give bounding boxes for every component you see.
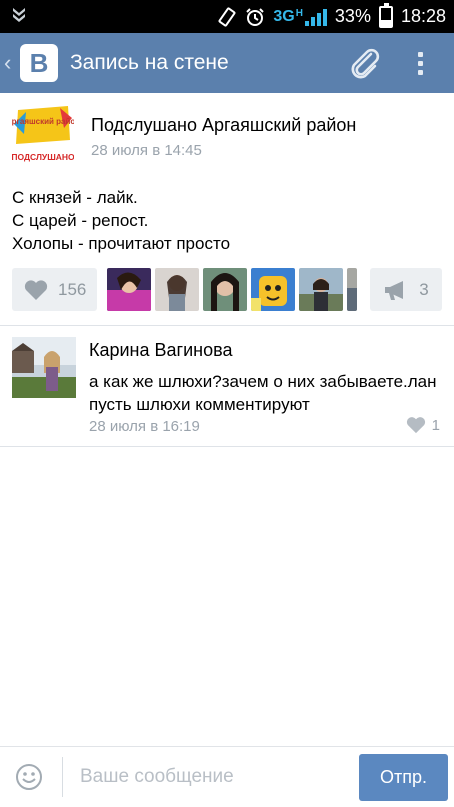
overflow-menu-icon[interactable] <box>408 41 432 85</box>
network-subtype: H <box>295 7 303 19</box>
group-avatar[interactable]: Аргаяшский район ПОДСЛУШАНО <box>6 104 80 166</box>
like-count: 156 <box>58 279 87 299</box>
repost-count: 3 <box>419 279 429 299</box>
comment-date: 28 июля в 16:19 <box>89 418 200 435</box>
post-text-line: С царей - репост. <box>12 211 149 230</box>
commenter-avatar[interactable] <box>12 337 76 398</box>
avatar-caption-bottom: ПОДСЛУШАНО <box>12 152 74 162</box>
liker-avatar[interactable] <box>107 268 151 311</box>
liker-avatar[interactable] <box>155 268 199 311</box>
alarm-icon <box>245 7 265 27</box>
comment-like-button[interactable]: 1 <box>406 416 440 434</box>
heart-icon <box>406 417 425 434</box>
post-text-line: Холопы - прочитают просто <box>12 234 231 253</box>
avatar-caption-top: Аргаяшский район <box>12 117 74 126</box>
battery-percent: 33% <box>334 6 371 26</box>
paperclip-icon <box>351 48 380 79</box>
group-name[interactable]: Подслушано Аргаяшский район <box>91 115 356 136</box>
liker-avatar[interactable] <box>299 268 343 311</box>
message-composer: Отпр. <box>0 746 454 807</box>
send-button[interactable]: Отпр. <box>359 754 448 801</box>
smiley-icon <box>16 764 42 790</box>
liker-avatar[interactable] <box>347 268 357 311</box>
comment-text-line: а как же шлюхи?зачем о них забываете.лан <box>89 372 437 391</box>
message-input[interactable] <box>70 757 350 797</box>
post-text-line: С князей - лайк. <box>12 188 138 207</box>
status-bar: 3G H 33% 18:28 <box>0 0 454 33</box>
emoji-button[interactable] <box>15 763 43 791</box>
post-date: 28 июля в 14:45 <box>91 142 202 159</box>
wall-post: Аргаяшский район ПОДСЛУШАНО Подслушано А… <box>0 93 454 326</box>
status-time: 18:28 <box>400 6 446 26</box>
back-chevron-icon[interactable]: ‹ <box>4 50 18 76</box>
app-header: ‹ B Запись на стене <box>0 33 454 93</box>
liker-avatars <box>107 268 357 311</box>
notification-icon <box>12 6 26 27</box>
screen-rotate-icon <box>217 7 237 27</box>
composer-divider <box>62 757 63 797</box>
comment: Карина Вагинова а как же шлюхи?зачем о н… <box>0 326 454 447</box>
comment-text: а как же шлюхи?зачем о них забываете.лан… <box>89 370 444 416</box>
page-title: Запись на стене <box>70 51 229 74</box>
heart-icon <box>24 279 48 300</box>
commenter-name[interactable]: Карина Вагинова <box>89 340 232 361</box>
comment-text-line: пусть шлюхи комментируют <box>89 395 310 414</box>
battery-icon <box>378 2 393 28</box>
comment-like-count: 1 <box>431 416 440 434</box>
vk-logo[interactable]: B <box>20 44 58 82</box>
liker-avatar[interactable] <box>203 268 247 311</box>
attach-button[interactable] <box>342 41 386 85</box>
like-button[interactable]: 156 <box>12 268 97 311</box>
post-text: С князей - лайк. С царей - репост. Холоп… <box>12 186 230 255</box>
liker-avatar[interactable] <box>251 268 295 311</box>
megaphone-icon <box>385 280 404 300</box>
network-type: 3G <box>273 7 295 25</box>
repost-button[interactable]: 3 <box>370 268 442 311</box>
signal-icon: 3G H <box>273 8 327 26</box>
post-actions: 156 3 <box>12 268 442 311</box>
